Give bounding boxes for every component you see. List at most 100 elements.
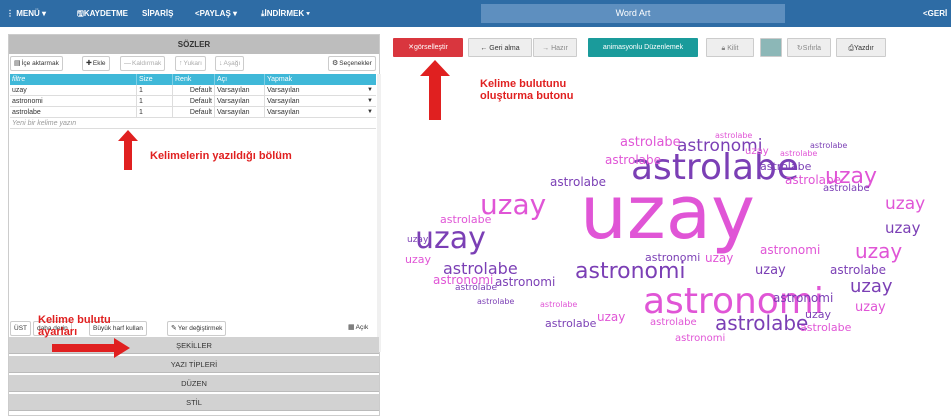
options-label: Seçenekler [339, 60, 372, 67]
top-navbar: ⋮ MENÜ ▾ 🖫KAYDETME SİPARİŞ <PAYLAŞ ▾ ⤓İN… [0, 0, 951, 27]
accordion-layout[interactable]: DÜZEN [9, 375, 379, 392]
words-section-header: SÖZLER [9, 35, 379, 54]
print-button[interactable]: ⎙Yazdır [836, 38, 886, 57]
size-cell[interactable]: 1 [136, 96, 172, 107]
top-button[interactable]: ÜST [10, 321, 31, 336]
cloud-word: astrolabe [800, 321, 852, 334]
save-button[interactable]: 🖫KAYDETME [77, 0, 128, 27]
cloud-word: astrolabe [540, 300, 578, 309]
download-label: İNDİRMEK [264, 9, 305, 18]
color-swatch[interactable] [760, 38, 782, 57]
lock-icon: 🔒︎ [721, 45, 726, 52]
table-row[interactable]: astronomi 1 Default Varsayılan Varsayıla… [10, 96, 376, 107]
add-button[interactable]: ✚Ekle [82, 56, 110, 71]
grid-icon: ▦ [348, 324, 355, 331]
back-button[interactable]: <GERİ [923, 0, 947, 27]
order-button[interactable]: SİPARİŞ [142, 0, 173, 27]
column-header-filter[interactable]: filtre [10, 74, 136, 85]
up-label: Yukarı [183, 60, 202, 67]
cloud-word: astronomi [675, 333, 726, 344]
arrow-left-icon: ← [480, 45, 488, 52]
grid-scrollbar[interactable] [377, 74, 381, 352]
plus-icon: ✚ [86, 60, 92, 67]
undo-button[interactable]: ← Geri alma [468, 38, 532, 57]
cloud-word: astrolabe [650, 317, 697, 328]
down-button[interactable]: ↓Aşağı [215, 56, 245, 71]
new-word-row[interactable]: Yeni bir kelime yazın [10, 118, 376, 129]
table-row[interactable]: uzay 1 Default Varsayılan Varsayılan ▼ [10, 85, 376, 96]
size-cell[interactable]: 1 [136, 85, 172, 96]
accordion-fonts[interactable]: YAZI TİPLERİ [9, 356, 379, 373]
open-button[interactable]: ▦Açık [345, 321, 372, 336]
cloud-word: astrolabe [823, 183, 870, 194]
column-header-angle[interactable]: Açı [214, 74, 264, 85]
options-button[interactable]: ⚙Seçenekler [328, 56, 376, 71]
angle-cell[interactable]: Varsayılan [214, 107, 264, 118]
arrow-right-icon: → [542, 45, 550, 52]
cloud-word: astrolabe [715, 311, 809, 335]
new-word-input[interactable]: Yeni bir kelime yazın [10, 118, 210, 129]
word-cell[interactable]: astrolabe [10, 107, 136, 118]
column-header-size[interactable]: Size [136, 74, 172, 85]
download-button[interactable]: ⤓İNDİRMEK ▾ [261, 0, 310, 27]
cloud-word: uzay [405, 253, 431, 266]
redo-button[interactable]: → Hazır [533, 38, 577, 57]
order-label-part: ME [115, 9, 128, 18]
redo-label: Hazır [551, 45, 568, 52]
words-toolbar: ▤İçe aktarmak ✚Ekle —Kaldırmak ↑Yukarı ↓… [9, 55, 379, 73]
animated-edit-label: animasyonlu Düzenlemek [602, 44, 684, 51]
column-header-make[interactable]: Yapmak [264, 74, 376, 85]
open-label: Açık [355, 324, 369, 331]
reset-button[interactable]: ↻Sıfırla [787, 38, 831, 57]
edit-icon: ✎ [171, 325, 177, 332]
make-cell[interactable]: Varsayılan ▼ [264, 107, 376, 118]
cloud-word: astrolabe [455, 283, 498, 293]
word-cell[interactable]: astronomi [10, 96, 136, 107]
dropdown-arrow-icon[interactable]: ▼ [367, 85, 373, 96]
import-icon: ▤ [14, 60, 21, 67]
accordion-style[interactable]: STİL [9, 394, 379, 411]
word-cell[interactable]: uzay [10, 85, 136, 96]
make-cell[interactable]: Varsayılan ▼ [264, 96, 376, 107]
table-row[interactable]: astrolabe 1 Default Varsayılan Varsayıla… [10, 107, 376, 118]
replace-button[interactable]: ✎Yer değiştirmek [167, 321, 227, 336]
column-header-color[interactable]: Renk [172, 74, 214, 85]
remove-button[interactable]: —Kaldırmak [120, 56, 166, 71]
cloud-word: astronomi [575, 259, 686, 284]
cloud-word: astrolabe [545, 317, 597, 330]
color-cell[interactable]: Default [172, 96, 214, 107]
annotation-arrow-up [118, 130, 138, 170]
menu-button[interactable]: ⋮ MENÜ ▾ [6, 0, 46, 27]
down-label: Aşağı [223, 60, 241, 67]
cloud-word: uzay [855, 239, 903, 263]
cloud-word: uzay [597, 310, 626, 324]
cloud-word: uzay [885, 219, 921, 237]
up-button[interactable]: ↑Yukarı [175, 56, 206, 71]
share-label: PAYLAŞ [199, 9, 231, 18]
minus-icon: — [124, 60, 131, 67]
visualize-button[interactable]: ✕görselleştir [393, 38, 463, 57]
import-button[interactable]: ▤İçe aktarmak [10, 56, 63, 71]
angle-cell[interactable]: Varsayılan [214, 96, 264, 107]
back-label: GERİ [927, 9, 948, 18]
menu-label: MENÜ [16, 9, 40, 18]
cloud-word: astronomi [495, 275, 556, 289]
lock-label: Kilit [727, 45, 739, 52]
color-cell[interactable]: Default [172, 107, 214, 118]
angle-cell[interactable]: Varsayılan [214, 85, 264, 96]
dropdown-arrow-icon[interactable]: ▼ [367, 96, 373, 107]
make-cell[interactable]: Varsayılan ▼ [264, 85, 376, 96]
word-cloud[interactable]: uzay astrolabe astronomi astronomi uzay … [385, 66, 951, 416]
animated-edit-button[interactable]: animasyonlu Düzenlemek [588, 38, 698, 57]
share-button[interactable]: <PAYLAŞ ▾ [195, 0, 237, 27]
annotation-arrow-right [52, 338, 130, 358]
cloud-word: astrolabe [440, 213, 492, 226]
dropdown-arrow-icon[interactable]: ▼ [367, 107, 373, 118]
cloud-word: uzay [885, 194, 926, 214]
print-label: Yazdır [853, 45, 874, 52]
color-cell[interactable]: Default [172, 85, 214, 96]
size-cell[interactable]: 1 [136, 107, 172, 118]
annotation-words-section: Kelimelerin yazıldığı bölüm [150, 150, 292, 162]
lock-button[interactable]: 🔒︎ Kilit [706, 38, 754, 57]
cloud-word: uzay [407, 235, 429, 245]
